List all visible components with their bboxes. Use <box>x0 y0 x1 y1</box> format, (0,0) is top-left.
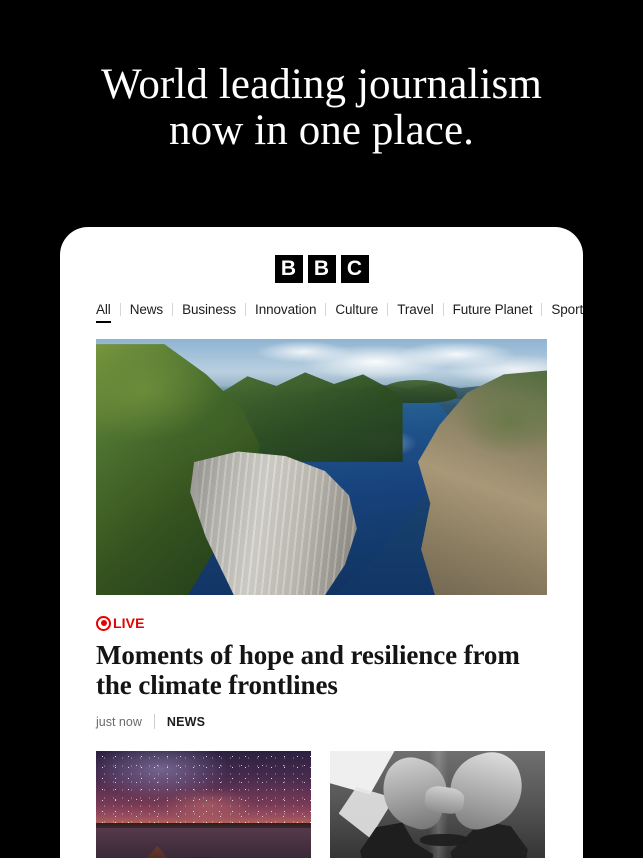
bbc-app-card: B B C All News Business Innovation Cultu… <box>60 227 583 858</box>
meta-divider <box>153 714 155 729</box>
nav-item-news[interactable]: News <box>121 302 172 317</box>
nav-item-future-planet[interactable]: Future Planet <box>444 302 542 317</box>
hero-meta: just now NEWS <box>96 714 547 729</box>
article-thumbnail-row <box>96 751 547 858</box>
promo-headline-line-2: now in one place. <box>169 107 474 154</box>
category-nav: All News Business Innovation Culture Tra… <box>60 302 583 323</box>
thumbnail-starfield <box>96 751 311 826</box>
live-dot-icon <box>96 615 111 631</box>
hero-headline[interactable]: Moments of hope and resilience from the … <box>96 640 547 700</box>
promo-headline-line-1: World leading journalism <box>101 61 542 108</box>
bbc-logo-letter-1: B <box>274 255 303 283</box>
hero-headline-line-1: Moments of hope and resilience <box>96 640 457 670</box>
nav-item-business[interactable]: Business <box>173 302 245 317</box>
live-badge-label: LIVE <box>113 615 145 631</box>
thumbnail-salt-flat <box>96 827 311 858</box>
thumbnail-shadow-handshake <box>420 834 468 846</box>
live-badge: LIVE <box>96 615 547 631</box>
bbc-logo[interactable]: B B C <box>60 255 583 283</box>
hero-timestamp: just now <box>96 714 142 729</box>
hero-image[interactable] <box>96 339 547 595</box>
promo-headline: World leading journalism now in one plac… <box>0 62 643 154</box>
nav-item-all[interactable]: All <box>96 302 120 323</box>
nav-item-innovation[interactable]: Innovation <box>246 302 325 317</box>
article-thumbnail-handshake[interactable] <box>330 751 545 858</box>
hero-section-label[interactable]: NEWS <box>167 715 205 729</box>
nav-item-travel[interactable]: Travel <box>388 302 442 317</box>
bbc-logo-letter-2: B <box>307 255 336 283</box>
nav-item-sport[interactable]: Sport <box>542 302 583 317</box>
article-thumbnail-night-sky[interactable] <box>96 751 311 858</box>
nav-item-culture[interactable]: Culture <box>326 302 387 317</box>
bbc-logo-letter-3: C <box>340 255 369 283</box>
